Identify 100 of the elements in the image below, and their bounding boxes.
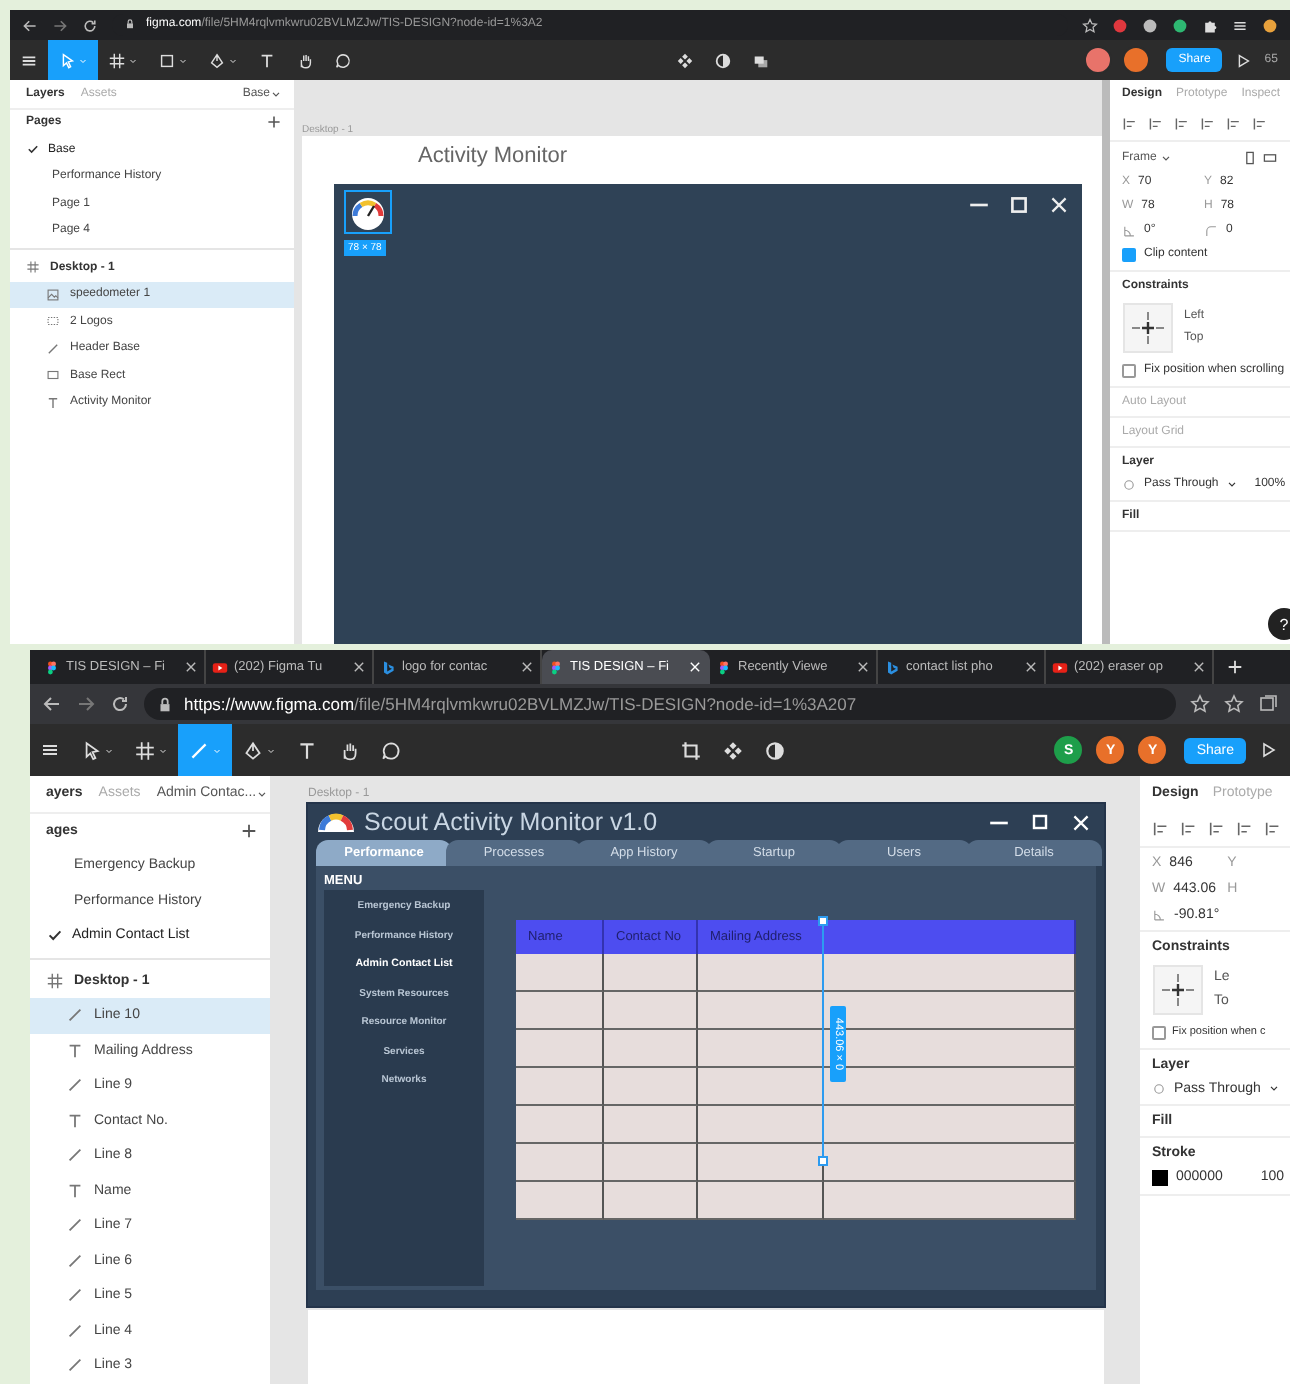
list-icon[interactable] [1232,17,1248,33]
figma-favicon-icon [44,659,60,675]
frame-icon [134,739,156,761]
forward-icon[interactable] [52,17,68,33]
rectangle-icon [158,51,176,69]
table-cell [698,1068,824,1106]
table-cell [604,954,698,992]
align-icon[interactable] [1200,115,1216,131]
maximize-icon[interactable] [1008,194,1030,216]
table-cell [698,1106,824,1144]
align-icon[interactable] [1252,115,1268,131]
close-icon[interactable] [352,660,366,674]
back-icon[interactable] [22,17,38,33]
table-cell [516,1106,604,1144]
check-icon [26,142,40,157]
frame-icon [108,51,126,69]
table-cell [516,1182,604,1220]
caret-icon [256,787,269,800]
close-icon[interactable] [184,660,198,674]
play-icon[interactable] [1258,740,1278,760]
extension-icon[interactable] [1262,17,1278,33]
close-icon[interactable] [1192,660,1206,674]
landscape-icon[interactable] [1262,149,1278,165]
text-icon [46,395,60,410]
line-icon [66,1146,84,1165]
constraints-widget[interactable] [1122,301,1174,353]
component-icon[interactable] [676,51,695,69]
text-icon [258,51,276,69]
table-cell [698,954,824,992]
caret-icon [212,745,222,755]
layers-icon[interactable] [752,51,771,69]
line-icon [66,1356,84,1375]
figma-favicon-icon [548,659,564,675]
text-icon [66,1181,84,1200]
caret-icon [266,745,276,755]
menu-icon[interactable] [40,740,60,760]
portrait-icon[interactable] [1242,149,1258,165]
address-bar[interactable]: https://www.figma.com/file/5HM4rqlvmkwru02BVLMZJw/TIS-DESIGN?node-id=1%3A207 [144,688,1176,720]
table-cell [516,1068,604,1106]
bookmark-star-icon[interactable] [1190,694,1210,714]
check-icon [46,926,64,945]
pen-icon [208,51,226,69]
add-page-icon[interactable] [240,821,258,840]
forward-icon[interactable] [76,694,96,714]
caret-icon [1160,151,1173,163]
contrast-icon[interactable] [763,739,786,761]
corner-radius-icon [1204,223,1218,237]
align-icon[interactable] [1180,819,1198,837]
line-icon [66,1321,84,1340]
close-icon[interactable] [856,660,870,674]
table-cell [698,1144,824,1182]
line-icon [66,1251,84,1270]
collections-icon[interactable] [1258,694,1278,714]
hand-icon [338,739,360,761]
line-icon [66,1286,84,1305]
constraints-widget[interactable] [1152,963,1204,1015]
menu-icon[interactable] [20,51,38,69]
add-page-icon[interactable] [266,114,282,131]
crop-icon[interactable] [679,739,702,761]
figma-favicon-icon [716,659,732,675]
blend-icon [1122,477,1136,491]
align-icon[interactable] [1264,819,1282,837]
align-icon[interactable] [1226,115,1242,131]
favorites-star-icon[interactable] [1224,694,1244,714]
reload-icon[interactable] [82,17,98,33]
group-icon [46,314,60,329]
puzzle-icon[interactable] [1202,17,1218,33]
frame-icon [46,971,64,990]
close-icon[interactable] [520,660,534,674]
text-icon [296,739,318,761]
video-favicon-icon [1052,659,1068,675]
align-icon[interactable] [1174,115,1190,131]
align-icon[interactable] [1148,115,1164,131]
back-icon[interactable] [42,694,62,714]
table-cell [516,954,604,992]
bookmark-star-icon[interactable] [1082,17,1098,33]
play-icon[interactable] [1234,51,1253,69]
align-icon[interactable] [1208,819,1226,837]
align-icon[interactable] [1236,819,1254,837]
caret-icon [128,55,138,65]
reload-icon[interactable] [110,694,130,714]
line-icon [66,1076,84,1095]
canvas-heading: Activity Monitor [418,144,570,172]
align-icon[interactable] [1152,819,1170,837]
table-cell [604,1030,698,1068]
color-swatch [1152,1169,1168,1185]
line-icon [46,341,60,356]
align-icon[interactable] [1122,115,1138,131]
component-icon[interactable] [721,739,744,761]
search-favicon-icon [884,659,900,675]
help-button[interactable]: ? [1268,608,1290,640]
contrast-icon[interactable] [714,51,733,69]
new-tab-icon[interactable] [1226,658,1244,676]
blend-icon [1152,1081,1166,1095]
speech-bubble-icon [380,739,402,761]
cursor-icon [58,51,76,69]
caret-icon [1268,1082,1281,1094]
close-icon[interactable] [1024,660,1038,674]
table-cell [698,992,824,1030]
text-icon [66,1111,84,1130]
